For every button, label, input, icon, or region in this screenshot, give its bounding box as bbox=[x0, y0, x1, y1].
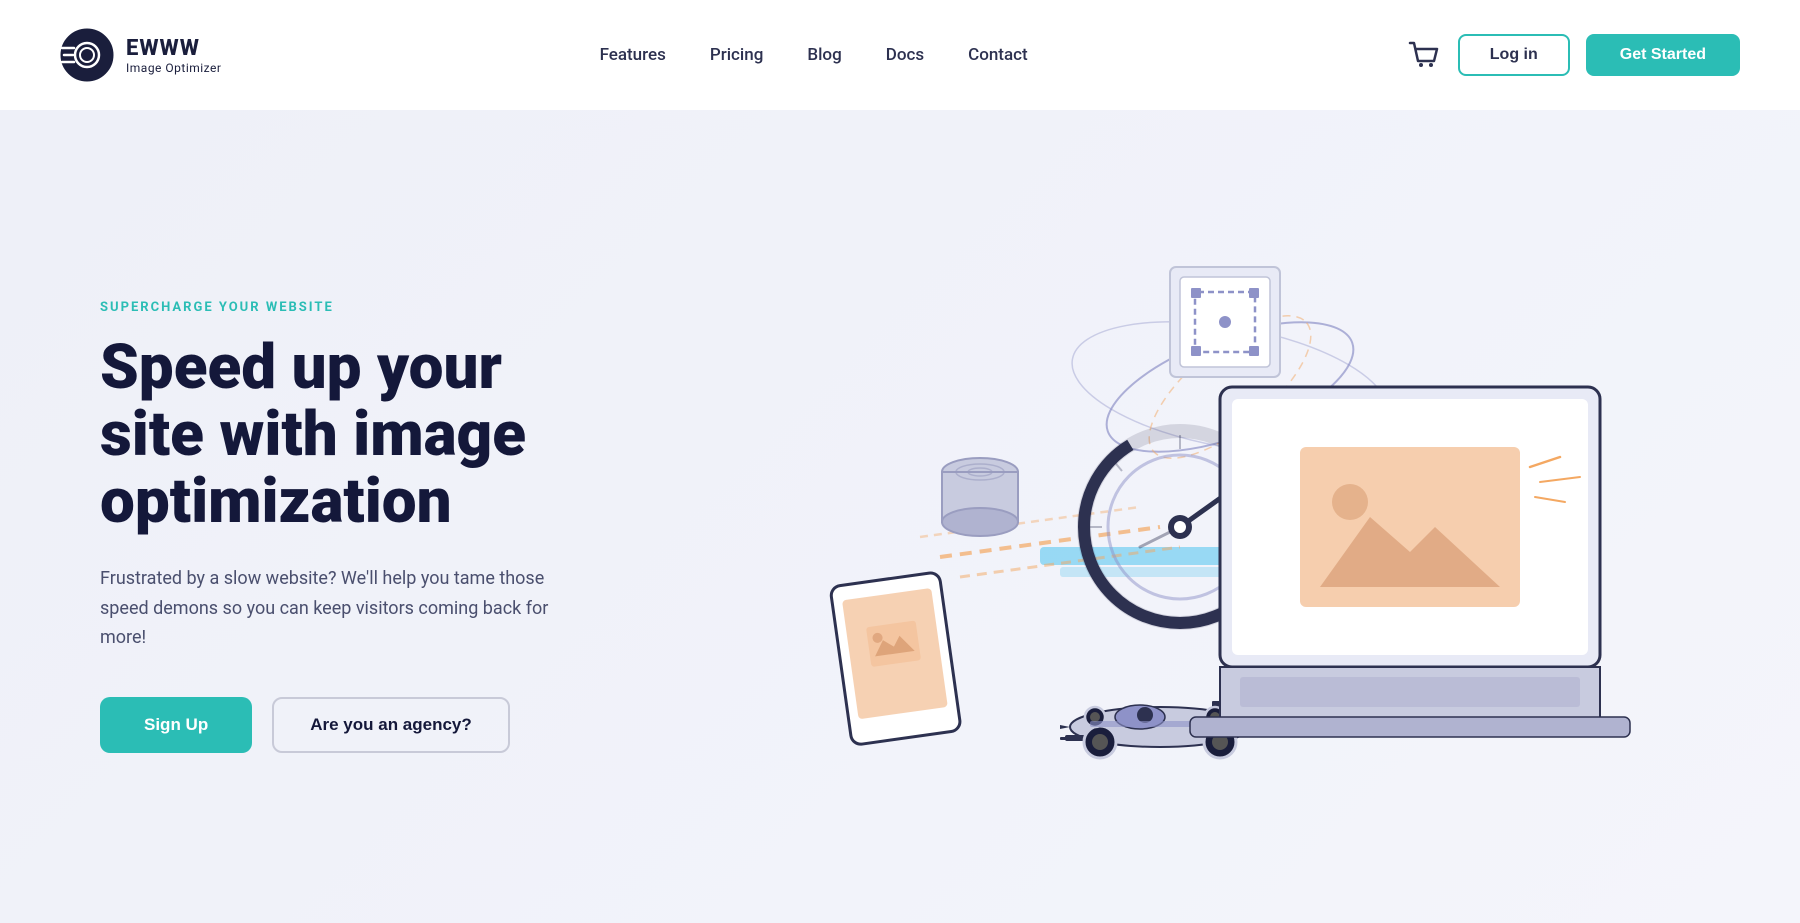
hero-content: SUPERCHARGE YOUR WEBSITE Speed up your s… bbox=[100, 300, 620, 753]
nav-item-pricing[interactable]: Pricing bbox=[710, 45, 764, 65]
logo-text: EWWW Image Optimizer bbox=[126, 36, 221, 75]
login-button[interactable]: Log in bbox=[1458, 34, 1570, 76]
signup-button[interactable]: Sign Up bbox=[100, 697, 252, 753]
hero-buttons: Sign Up Are you an agency? bbox=[100, 697, 620, 753]
hero-title: Speed up your site with image optimizati… bbox=[100, 335, 620, 536]
nav-item-blog[interactable]: Blog bbox=[807, 45, 841, 65]
nav-item-docs[interactable]: Docs bbox=[886, 45, 924, 65]
brand-name: EWWW bbox=[126, 36, 221, 61]
hero-svg bbox=[660, 187, 1720, 867]
nav-link-blog[interactable]: Blog bbox=[807, 45, 841, 65]
hero-description: Frustrated by a slow website? We'll help… bbox=[100, 564, 560, 653]
nav-right: Log in Get Started bbox=[1406, 34, 1740, 76]
hero-section: SUPERCHARGE YOUR WEBSITE Speed up your s… bbox=[0, 110, 1800, 923]
nav-links: Features Pricing Blog Docs Contact bbox=[600, 45, 1028, 65]
logo[interactable]: EWWW Image Optimizer bbox=[60, 28, 221, 82]
agency-button[interactable]: Are you an agency? bbox=[272, 697, 510, 753]
cart-icon[interactable] bbox=[1406, 37, 1442, 73]
get-started-button[interactable]: Get Started bbox=[1586, 34, 1740, 76]
navbar: EWWW Image Optimizer Features Pricing Bl… bbox=[0, 0, 1800, 110]
nav-link-contact[interactable]: Contact bbox=[968, 45, 1028, 65]
hero-illustration bbox=[660, 187, 1720, 867]
nav-item-contact[interactable]: Contact bbox=[968, 45, 1028, 65]
hero-eyebrow: SUPERCHARGE YOUR WEBSITE bbox=[100, 300, 620, 315]
nav-link-pricing[interactable]: Pricing bbox=[710, 45, 764, 65]
brand-subtitle: Image Optimizer bbox=[126, 61, 221, 75]
logo-icon bbox=[60, 28, 114, 82]
nav-item-features[interactable]: Features bbox=[600, 45, 666, 65]
nav-link-docs[interactable]: Docs bbox=[886, 45, 924, 65]
nav-link-features[interactable]: Features bbox=[600, 45, 666, 65]
